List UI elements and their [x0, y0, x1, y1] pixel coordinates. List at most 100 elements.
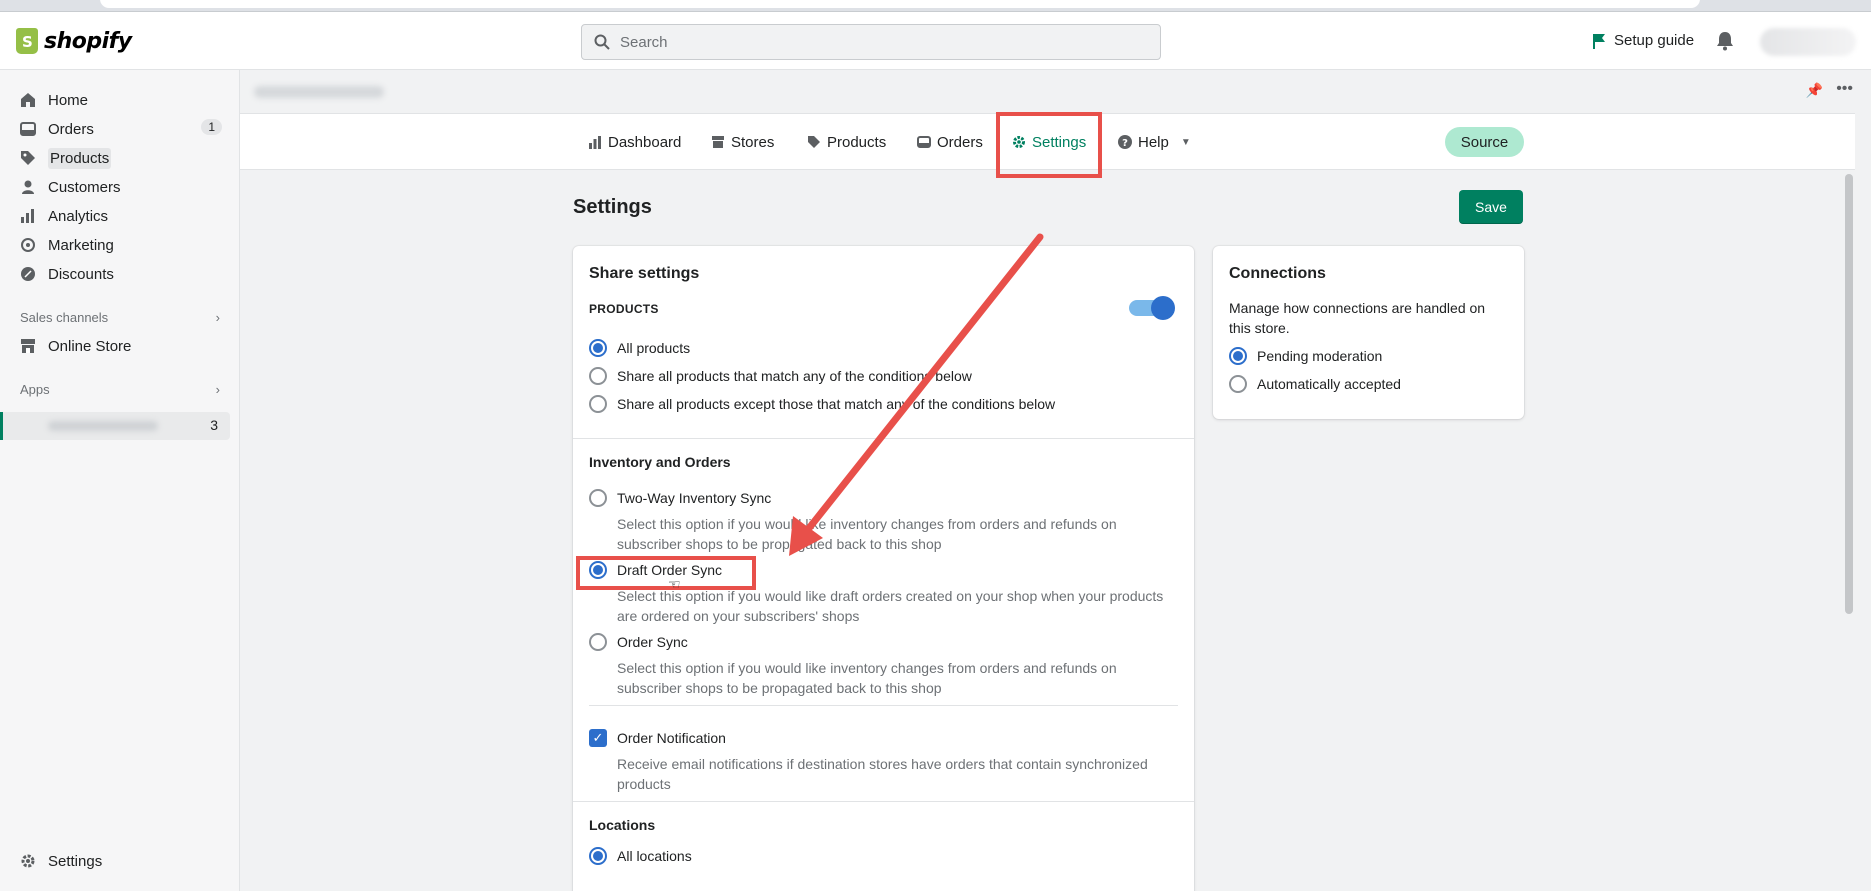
shopify-logo[interactable]: shopify [16, 28, 132, 54]
tab-label: Dashboard [608, 133, 682, 151]
sidebar-item-label: Orders [48, 120, 94, 138]
sidebar-item-label: Discounts [48, 265, 114, 283]
radio-button[interactable] [1229, 347, 1247, 365]
page-scrollbar[interactable] [1843, 170, 1855, 891]
person-icon [22, 180, 34, 194]
radio-button[interactable] [589, 489, 607, 507]
radio-label: All products [617, 340, 691, 356]
highlight-draft-order-sync [576, 556, 756, 590]
two-way-sync-help: Select this option if you would like inv… [617, 516, 1117, 552]
share-settings-title: Share settings [589, 265, 700, 282]
search-input[interactable]: Search [581, 24, 1161, 60]
sidebar-item-settings[interactable]: Settings [20, 848, 230, 874]
radio-button[interactable] [589, 395, 607, 413]
radio-label: Automatically accepted [1257, 376, 1401, 392]
sidebar-item-customers[interactable]: Customers [20, 174, 230, 200]
store-icon [712, 136, 724, 148]
products-sharing-toggle[interactable] [1129, 296, 1175, 320]
pin-icon[interactable]: 📌 [1806, 82, 1823, 99]
radio-button[interactable] [589, 633, 607, 651]
tag-icon [21, 151, 35, 165]
sidebar-item-label: Products [48, 147, 112, 169]
app-name-redacted [48, 421, 158, 431]
radio-except-conditions[interactable]: Share all products except those that mat… [589, 395, 1055, 413]
radio-all-locations[interactable]: All locations [589, 847, 692, 865]
radio-all-products[interactable]: All products [589, 339, 690, 357]
radio-two-way-sync[interactable]: Two-Way Inventory Sync [589, 489, 771, 507]
sidebar-item-online-store[interactable]: Online Store [20, 333, 230, 359]
tab-help[interactable]: ? Help ▼ [1118, 132, 1191, 152]
sidebar-item-discounts[interactable]: Discounts [20, 261, 230, 287]
radio-label: Order Sync [617, 634, 688, 650]
radio-label: Two-Way Inventory Sync [617, 490, 772, 506]
sidebar-item-orders[interactable]: Orders 1 [20, 116, 230, 142]
sidebar-item-home[interactable]: Home [20, 87, 230, 113]
sidebar-item-label: Settings [48, 852, 103, 870]
orders-count-badge: 1 [201, 119, 222, 135]
draft-order-sync-help: Select this option if you would like dra… [617, 588, 1164, 624]
setup-guide-button[interactable]: Setup guide [1592, 32, 1694, 49]
radio-pending-moderation[interactable]: Pending moderation [1229, 347, 1382, 365]
sidebar-item-label: Online Store [48, 337, 132, 355]
radio-order-sync[interactable]: Order Sync [589, 633, 688, 651]
radio-button[interactable] [589, 847, 607, 865]
sales-channels-header[interactable]: Sales channels › [20, 310, 220, 325]
scrollbar-thumb[interactable] [1845, 174, 1853, 614]
bell-icon [1717, 32, 1733, 51]
account-menu[interactable] [1760, 28, 1856, 56]
save-button[interactable]: Save [1459, 190, 1523, 224]
store-icon [21, 339, 35, 353]
discount-icon [21, 267, 35, 281]
more-options-icon[interactable]: ••• [1836, 80, 1853, 98]
inner-divider [589, 705, 1178, 706]
sidebar-item-analytics[interactable]: Analytics [20, 203, 230, 229]
checkbox-label: Order Notification [617, 730, 726, 746]
chart-icon [589, 136, 601, 149]
shopify-bag-icon [16, 28, 38, 54]
checkbox-order-notification[interactable]: ✓ Order Notification [589, 729, 726, 747]
main-content: 📌 ••• Dashboard Stores Products Orders S… [240, 70, 1855, 891]
admin-sidebar: Home Orders 1 Products Customers Analyti… [0, 70, 240, 891]
question-icon: ? [1118, 135, 1132, 149]
order-notification-help: Receive email notifications if destinati… [617, 756, 1148, 792]
products-heading: PRODUCTS [589, 302, 659, 316]
page-title: Settings [573, 196, 652, 218]
caret-down-icon: ▼ [1180, 136, 1191, 148]
radio-button[interactable] [589, 367, 607, 385]
search-icon [594, 34, 610, 50]
tab-label: Products [827, 133, 887, 151]
browser-url-bar[interactable] [100, 0, 1700, 8]
sidebar-item-installed-app[interactable]: 3 [0, 412, 230, 440]
tab-label: Stores [731, 133, 775, 151]
order-sync-help: Select this option if you would like inv… [617, 660, 1117, 696]
inventory-heading: Inventory and Orders [589, 454, 731, 470]
sidebar-item-products[interactable]: Products [20, 145, 230, 171]
notifications-button[interactable] [1716, 31, 1734, 54]
checkbox-checked-icon[interactable]: ✓ [589, 729, 607, 747]
orders-icon [20, 122, 36, 136]
admin-topbar: shopify Search Setup guide [0, 12, 1871, 70]
chevron-right-icon: › [215, 310, 220, 325]
locations-heading-text: Locations [589, 817, 656, 833]
tab-dashboard[interactable]: Dashboard [588, 132, 681, 152]
locations-heading: Locations [589, 817, 655, 833]
svg-text:?: ? [1122, 138, 1128, 149]
flag-icon [1593, 33, 1605, 49]
connections-description: Manage how connections are handled on th… [1229, 300, 1486, 336]
radio-label: Share all products except those that mat… [617, 396, 1056, 412]
tab-orders[interactable]: Orders [917, 132, 983, 152]
source-badge[interactable]: Source [1445, 127, 1524, 157]
chevron-right-icon: › [215, 382, 220, 397]
radio-automatically-accepted[interactable]: Automatically accepted [1229, 375, 1401, 393]
app-title-bar: 📌 ••• [240, 70, 1855, 114]
radio-button[interactable] [1229, 375, 1247, 393]
bar-chart-icon [21, 209, 34, 223]
tab-stores[interactable]: Stores [711, 132, 774, 152]
apps-header[interactable]: Apps › [20, 382, 220, 397]
browser-address-strip [0, 0, 1871, 12]
radio-match-conditions[interactable]: Share all products that match any of the… [589, 367, 972, 385]
sidebar-item-marketing[interactable]: Marketing [20, 232, 230, 258]
radio-button[interactable] [589, 339, 607, 357]
tag-icon [808, 136, 820, 148]
tab-products[interactable]: Products [807, 132, 886, 152]
